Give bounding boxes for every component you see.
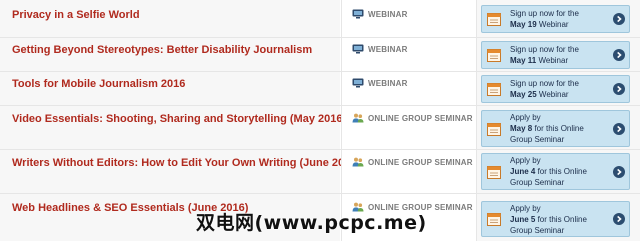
calendar-icon: [487, 49, 501, 62]
calendar-icon: [487, 13, 501, 26]
calendar-icon: [487, 83, 501, 96]
monitor-icon: [352, 44, 364, 54]
course-title-link[interactable]: Getting Beyond Stereotypes: Better Disab…: [12, 44, 342, 57]
chevron-right-icon: [613, 165, 625, 178]
course-title-link[interactable]: Writers Without Editors: How to Edit You…: [12, 157, 360, 170]
group-icon: [352, 157, 364, 167]
chevron-right-icon: [613, 13, 625, 25]
apply-button[interactable]: Apply by June 4 for this Online Group Se…: [481, 153, 630, 190]
table-row: Video Essentials: Shooting, Sharing and …: [0, 106, 640, 150]
calendar-icon: [487, 122, 501, 136]
table-row: Writers Without Editors: How to Edit You…: [0, 150, 640, 194]
calendar-icon: [487, 165, 501, 179]
course-title-link[interactable]: Privacy in a Selfie World: [12, 9, 342, 22]
signup-button[interactable]: Sign up now for the May 25 Webinar: [481, 75, 630, 103]
monitor-icon: [352, 9, 364, 19]
table-row: Tools for Mobile Journalism 2016 WEBINAR: [0, 72, 640, 106]
course-type: WEBINAR: [352, 9, 408, 19]
chevron-right-icon: [613, 122, 625, 135]
calendar-icon: [487, 213, 501, 226]
signup-button[interactable]: Sign up now for the May 11 Webinar: [481, 41, 630, 69]
table-row: Privacy in a Selfie World WEBINAR Sign u…: [0, 0, 640, 38]
monitor-icon: [352, 78, 364, 88]
apply-button[interactable]: Apply by June 5 for this Online Group Se…: [481, 201, 630, 237]
chevron-right-icon: [613, 83, 625, 95]
chevron-right-icon: [613, 49, 625, 61]
watermark: 双电网(www.pcpc.me): [196, 212, 427, 234]
apply-button[interactable]: Apply by May 8 for this Online Group Sem…: [481, 110, 630, 147]
course-type: WEBINAR: [352, 78, 408, 88]
chevron-right-icon: [613, 213, 625, 225]
course-type: ONLINE GROUP SEMINAR: [352, 157, 473, 167]
course-title-link[interactable]: Video Essentials: Shooting, Sharing and …: [12, 113, 346, 126]
group-icon: [352, 113, 364, 123]
table-row: Getting Beyond Stereotypes: Better Disab…: [0, 38, 640, 72]
course-title-link[interactable]: Tools for Mobile Journalism 2016: [12, 78, 342, 91]
course-type: ONLINE GROUP SEMINAR: [352, 113, 473, 123]
course-type: WEBINAR: [352, 44, 408, 54]
signup-button[interactable]: Sign up now for the May 19 Webinar: [481, 5, 630, 33]
